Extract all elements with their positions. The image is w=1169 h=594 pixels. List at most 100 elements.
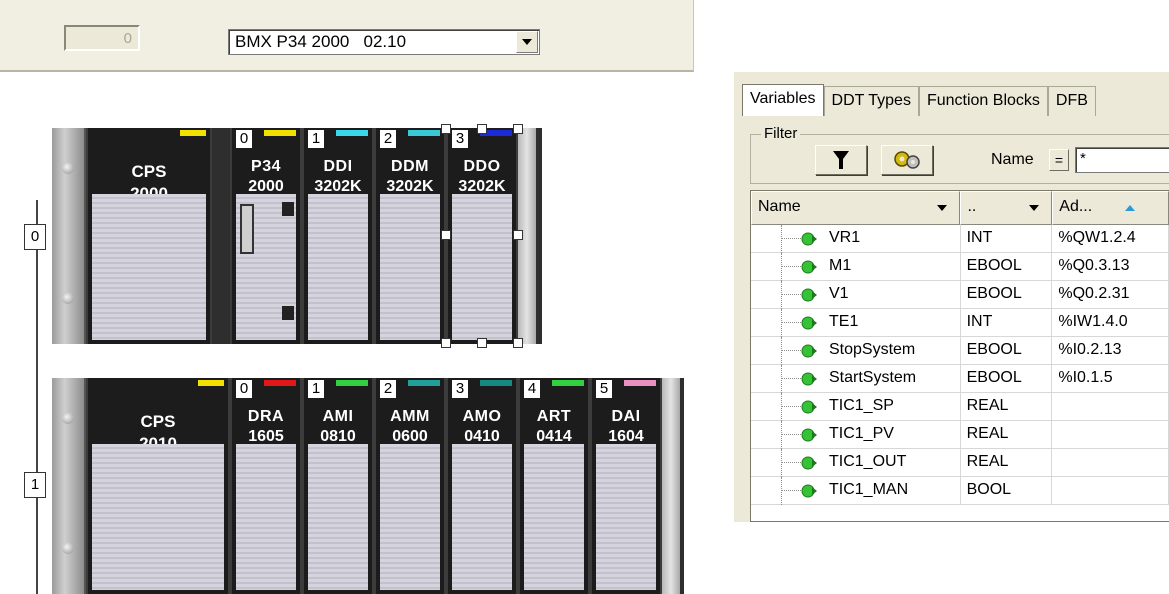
variable-type-cell[interactable]: INT [961,309,1053,337]
variable-name: TIC1_OUT [829,453,907,470]
variable-address-cell[interactable]: %I0.1.5 [1052,365,1169,393]
variable-type-cell[interactable]: EBOOL [961,365,1053,393]
table-row[interactable]: StopSystem EBOOL %I0.2.13 [751,337,1169,365]
rack-0[interactable]: CPS 2000 0 P34 2000 1 DDI 3202K 2 DDM 32… [52,124,542,348]
variable-name-cell[interactable]: StartSystem [751,365,961,393]
variable-address-cell[interactable] [1052,393,1169,421]
table-row[interactable]: TIC1_PV REAL [751,421,1169,449]
cpu-selector[interactable]: BMX P34 2000 02.10 [228,29,540,55]
cpu-module-slot-0[interactable]: 0 P34 2000 [230,128,302,344]
variable-type-cell[interactable]: EBOOL [961,281,1053,309]
name-filter-label: Name [991,151,1034,168]
table-row[interactable]: TIC1_OUT REAL [751,449,1169,477]
tab-ddt-types[interactable]: DDT Types [823,86,919,116]
variable-type-cell[interactable]: EBOOL [961,253,1053,281]
variable-address-cell[interactable] [1052,449,1169,477]
variable-name-cell[interactable]: VR1 [751,225,961,253]
tree-connector [781,294,803,295]
chevron-down-icon[interactable] [516,31,538,53]
equals-toggle-button[interactable]: = [1049,149,1069,171]
selection-handle[interactable] [441,124,451,134]
variable-name-cell[interactable]: TIC1_MAN [751,477,961,505]
selection-handle[interactable] [513,124,523,134]
tree-connector [781,238,803,239]
name-filter-input[interactable]: * [1075,147,1169,173]
column-header-label: Name [758,198,801,215]
variable-type-cell[interactable]: BOOL [961,477,1053,505]
variable-type-cell[interactable]: REAL [961,393,1053,421]
tab-variables[interactable]: Variables [742,84,824,116]
variable-type-cell[interactable]: INT [961,225,1053,253]
tree-connector [781,462,803,463]
funnel-filter-button[interactable] [815,145,867,175]
io-module-slot-2[interactable]: 2 AMM 0600 [374,378,446,594]
table-row[interactable]: TE1 INT %IW1.4.0 [751,309,1169,337]
variable-type-cell[interactable]: REAL [961,449,1053,477]
table-row[interactable]: TIC1_MAN BOOL [751,477,1169,505]
io-module-slot-0[interactable]: 0 DRA 1605 [230,378,302,594]
table-row[interactable]: M1 EBOOL %Q0.3.13 [751,253,1169,281]
variable-address-cell[interactable] [1052,421,1169,449]
variable-icon [801,316,817,330]
variable-address-cell[interactable]: %I0.2.13 [1052,337,1169,365]
variable-type-cell[interactable]: REAL [961,421,1053,449]
io-module-slot-4[interactable]: 4 ART 0414 [518,378,590,594]
module-color-stripe [264,380,296,386]
io-module-slot-3[interactable]: 3 AMO 0410 [446,378,518,594]
module-name: AMM [390,408,430,425]
table-row[interactable]: VR1 INT %QW1.2.4 [751,225,1169,253]
selection-handle[interactable] [513,230,523,240]
io-module-slot-3[interactable]: 3 DDO 3202K [446,128,518,344]
variable-type-cell[interactable]: EBOOL [961,337,1053,365]
filter-settings-button[interactable] [881,145,933,175]
power-supply-module[interactable]: CPS 2000 [86,128,212,344]
selection-handle[interactable] [477,124,487,134]
variable-name-cell[interactable]: TE1 [751,309,961,337]
tree-connector [781,309,782,337]
variable-name: TE1 [829,313,859,330]
tab-function-blocks[interactable]: Function Blocks [918,86,1048,116]
variable-name-cell[interactable]: TIC1_OUT [751,449,961,477]
tree-connector [781,393,782,421]
variable-address-cell[interactable]: %QW1.2.4 [1052,225,1169,253]
variable-address-cell[interactable]: %IW1.4.0 [1052,309,1169,337]
table-row[interactable]: V1 EBOOL %Q0.2.31 [751,281,1169,309]
variable-address-cell[interactable] [1052,477,1169,505]
table-row[interactable]: TIC1_SP REAL [751,393,1169,421]
table-row[interactable]: StartSystem EBOOL %I0.1.5 [751,365,1169,393]
power-supply-module[interactable]: CPS 2010 [86,378,230,594]
module-body [524,444,584,590]
selection-handle[interactable] [477,338,487,348]
io-module-slot-1[interactable]: 1 AMI 0810 [302,378,374,594]
module-name: P34 [251,158,281,175]
variable-name-cell[interactable]: TIC1_PV [751,421,961,449]
module-body [452,444,512,590]
module-color-stripe [264,130,296,136]
column-header-type[interactable]: .. [960,191,1053,225]
rack-1[interactable]: CPS 2010 0 DRA 1605 1 AMI 0810 2 AMM 060… [52,378,684,594]
variable-address-cell[interactable]: %Q0.3.13 [1052,253,1169,281]
variable-name-cell[interactable]: M1 [751,253,961,281]
io-module-slot-1[interactable]: 1 DDI 3202K [302,128,374,344]
tree-connector [781,225,782,253]
column-header-name[interactable]: Name [751,191,961,225]
module-body [596,444,656,590]
io-module-slot-2[interactable]: 2 DDM 3202K [374,128,446,344]
chevron-down-icon[interactable] [937,205,948,212]
tree-connector [781,421,782,449]
chevron-down-icon[interactable] [1029,205,1040,212]
variable-name-cell[interactable]: V1 [751,281,961,309]
selection-handle[interactable] [441,338,451,348]
selection-handle[interactable] [513,338,523,348]
column-header-address[interactable]: Ad... [1052,191,1169,225]
io-module-slot-5[interactable]: 5 DAI 1604 [590,378,662,594]
variable-name-cell[interactable]: StopSystem [751,337,961,365]
variable-icon [801,260,817,274]
selection-handle[interactable] [441,230,451,240]
variable-name-cell[interactable]: TIC1_SP [751,393,961,421]
tab-dfb[interactable]: DFB [1047,86,1096,116]
module-color-stripe [336,130,368,136]
rack-index-0: 0 [24,224,46,250]
variable-address-cell[interactable]: %Q0.2.31 [1052,281,1169,309]
module-body [236,194,296,340]
